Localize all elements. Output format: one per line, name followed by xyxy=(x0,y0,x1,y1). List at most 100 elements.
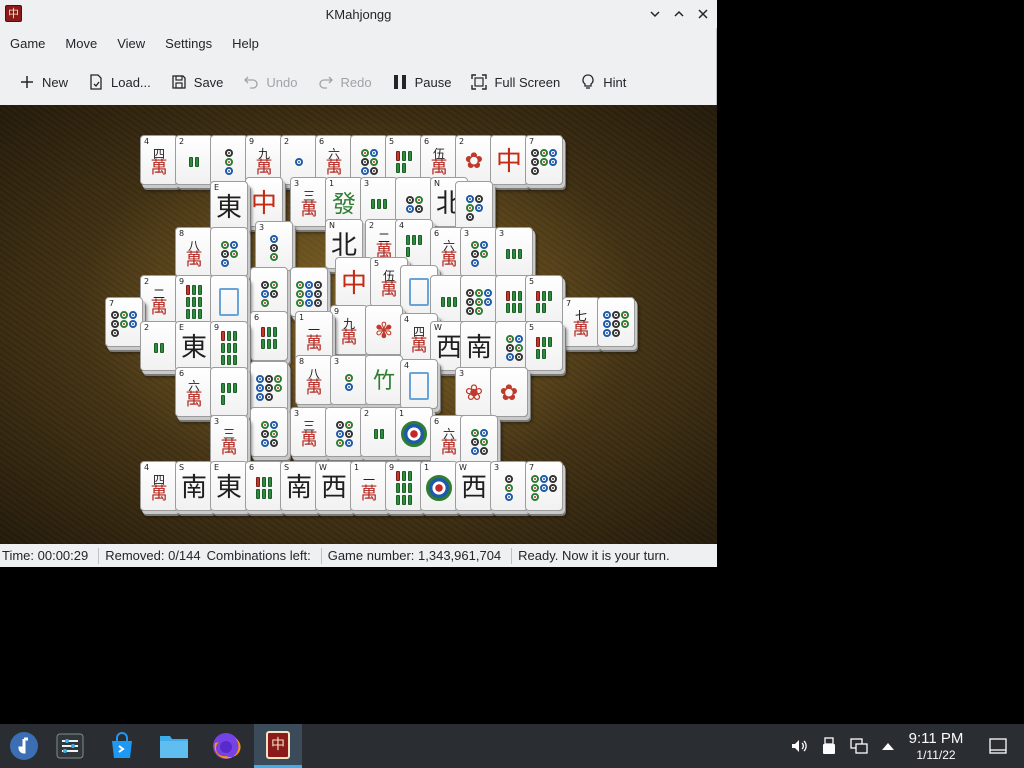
mahjong-tile[interactable]: E東 xyxy=(175,321,213,371)
mahjong-tile[interactable]: S南 xyxy=(280,461,318,511)
mahjong-tile[interactable] xyxy=(597,297,635,347)
mahjong-tile[interactable] xyxy=(460,415,498,465)
mahjong-tile[interactable]: 3 ❀ xyxy=(455,367,493,417)
mahjong-tile[interactable]: 3 xyxy=(330,355,368,405)
volume-icon[interactable] xyxy=(789,736,809,756)
mahjong-tile[interactable] xyxy=(250,267,288,317)
mahjong-tile[interactable]: W西 xyxy=(455,461,493,511)
pause-button[interactable]: Pause xyxy=(383,67,460,97)
mahjong-tile[interactable]: E東 xyxy=(210,461,248,511)
tile-face: 中 xyxy=(246,184,282,224)
mahjong-tile[interactable]: 中 xyxy=(490,135,528,185)
mahjong-tile[interactable]: 7七萬 xyxy=(562,297,600,347)
mahjong-tile[interactable] xyxy=(290,267,328,317)
mahjong-tile[interactable]: E東 xyxy=(210,181,248,231)
mahjong-tile[interactable]: 3 xyxy=(495,227,533,277)
undo-button[interactable]: Undo xyxy=(234,67,305,97)
redo-button[interactable]: Redo xyxy=(309,67,380,97)
mahjong-tile[interactable]: 3 xyxy=(460,227,498,277)
files-task[interactable] xyxy=(150,724,198,768)
status-separator xyxy=(320,547,322,564)
mahjong-tile[interactable]: ✾ xyxy=(365,305,403,355)
usb-icon[interactable] xyxy=(819,736,839,756)
mahjong-tile[interactable]: ✿ xyxy=(490,367,528,417)
mahjong-tile[interactable]: 4四萬 xyxy=(140,135,178,185)
discover-task[interactable] xyxy=(98,724,146,768)
mahjong-tile[interactable] xyxy=(460,275,498,325)
mahjong-tile[interactable]: 2 xyxy=(140,321,178,371)
mahjong-tile[interactable] xyxy=(210,135,248,185)
titlebar[interactable]: 中 KMahjongg xyxy=(0,0,717,28)
mahjong-tile[interactable] xyxy=(325,407,363,457)
mahjong-tile[interactable]: 7 xyxy=(105,297,143,347)
mahjong-tile[interactable]: 7 xyxy=(525,135,563,185)
load-button[interactable]: Load... xyxy=(79,67,159,97)
hint-button[interactable]: Hint xyxy=(571,67,634,97)
desktop-icon[interactable] xyxy=(988,736,1008,756)
close-button[interactable] xyxy=(694,5,712,23)
mahjong-tile[interactable]: 4 xyxy=(400,359,438,409)
mahjong-tile[interactable]: 中 xyxy=(335,257,373,307)
save-button[interactable]: Save xyxy=(162,67,232,97)
mahjong-tile[interactable]: 3 xyxy=(490,461,528,511)
mahjong-tile[interactable]: 7 xyxy=(525,461,563,511)
mahjong-tile[interactable] xyxy=(210,227,248,277)
kmahjongg-task[interactable]: 中 xyxy=(254,724,302,768)
mahjong-tile[interactable]: 3三萬 xyxy=(210,415,248,465)
mahjong-tile[interactable]: 9 xyxy=(175,275,213,325)
character-suit: 九萬 xyxy=(256,148,273,177)
mahjong-tile[interactable]: 9 xyxy=(210,321,248,371)
mahjong-tile[interactable]: 2二萬 xyxy=(140,275,178,325)
menu-move[interactable]: Move xyxy=(55,31,107,57)
mahjong-tile[interactable]: 2 xyxy=(175,135,213,185)
mahjong-tile[interactable]: W西 xyxy=(315,461,353,511)
mahjong-tile[interactable]: 5 xyxy=(525,275,563,325)
arrow-up-icon[interactable] xyxy=(878,736,898,756)
mahjong-tile[interactable]: 1一萬 xyxy=(295,311,333,361)
mahjong-tile[interactable] xyxy=(250,361,288,411)
mahjong-tile[interactable]: 6 xyxy=(250,311,288,361)
mahjong-tile[interactable]: 4四萬 xyxy=(140,461,178,511)
firefox-task[interactable] xyxy=(202,724,250,768)
mahjong-tile[interactable]: 6 xyxy=(245,461,283,511)
bamboo-stick xyxy=(233,355,237,365)
mahjong-tile[interactable]: 3 xyxy=(255,221,293,271)
mahjong-tile[interactable]: S南 xyxy=(175,461,213,511)
mahjong-tile[interactable] xyxy=(210,275,248,325)
game-board[interactable]: 4 四萬 2 9 九萬 2 6 六萬 5 6 伍萬 2 ✿ 中 7 E 東中 3 三萬 1 發 3 N 北 8 八萬 3 N 北 2 二萬 4… xyxy=(0,105,717,544)
menu-view[interactable]: View xyxy=(107,31,155,57)
minimize-button[interactable] xyxy=(646,5,664,23)
mahjong-tile[interactable] xyxy=(455,181,493,231)
system-settings-task[interactable] xyxy=(46,724,94,768)
mahjong-tile[interactable]: 9九萬 xyxy=(330,305,368,355)
fedora-launcher[interactable] xyxy=(0,724,48,768)
mahjong-tile[interactable]: 8八萬 xyxy=(295,355,333,405)
tile-face: 六萬 xyxy=(316,142,352,182)
new-button[interactable]: New xyxy=(10,67,76,97)
maximize-button[interactable] xyxy=(670,5,688,23)
mahjong-tile[interactable]: 1 xyxy=(420,461,458,511)
mahjong-tile[interactable]: 1 xyxy=(395,407,433,457)
tile-face: 八萬 xyxy=(296,362,332,402)
bamboo-pattern xyxy=(536,337,552,359)
mahjong-tile[interactable]: 竹 xyxy=(365,355,403,405)
mahjong-tile[interactable]: 1一萬 xyxy=(350,461,388,511)
mahjong-tile[interactable]: 中 xyxy=(245,177,283,227)
mahjong-tile[interactable]: 南 xyxy=(460,321,498,371)
mahjong-tile[interactable]: 6六萬 xyxy=(175,367,213,417)
menu-settings[interactable]: Settings xyxy=(155,31,222,57)
mahjong-tile[interactable] xyxy=(210,367,248,417)
menu-help[interactable]: Help xyxy=(222,31,269,57)
mahjong-tile[interactable] xyxy=(250,407,288,457)
bamboo-stick xyxy=(221,383,225,393)
menu-game[interactable]: Game xyxy=(0,31,55,57)
mahjong-tile[interactable]: 3三萬 xyxy=(290,407,328,457)
clock[interactable]: 9:11 PM 1/11/22 xyxy=(900,730,972,763)
mahjong-tile[interactable]: 2 xyxy=(360,407,398,457)
network-icon[interactable] xyxy=(849,736,869,756)
mahjong-tile[interactable]: 5 xyxy=(525,321,563,371)
mahjong-tile[interactable]: 3三萬 xyxy=(290,177,328,227)
mahjong-tile[interactable]: 8八萬 xyxy=(175,227,213,277)
fullscreen-button[interactable]: Full Screen xyxy=(462,67,568,97)
mahjong-tile[interactable]: 9 xyxy=(385,461,423,511)
